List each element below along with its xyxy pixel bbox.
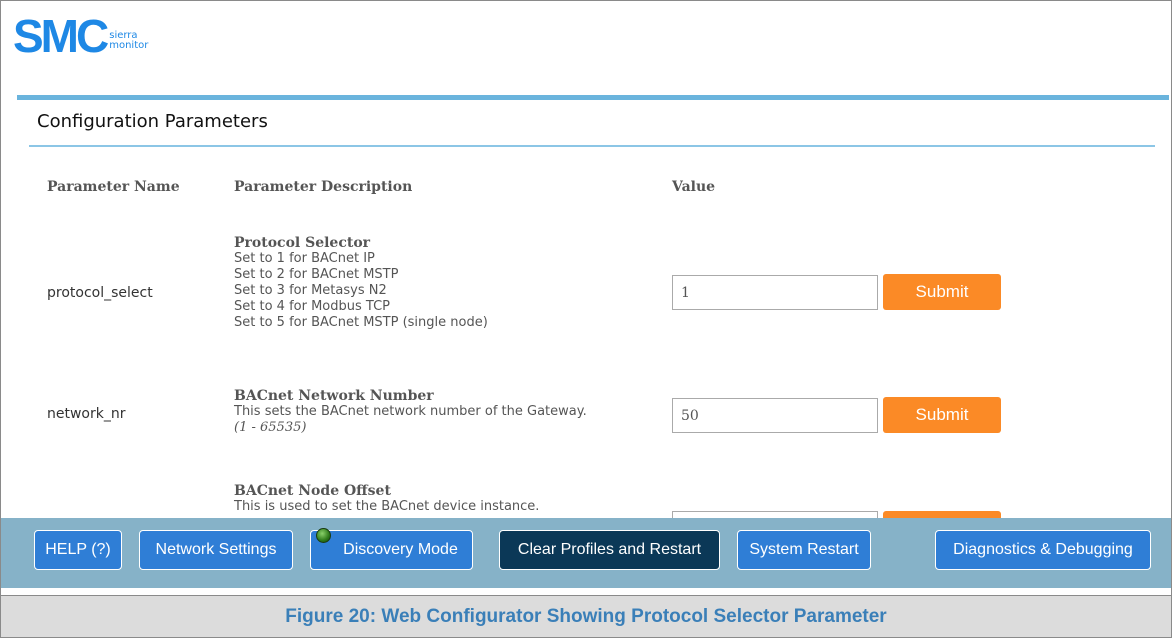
help-button[interactable]: HELP (?) (34, 530, 122, 570)
discovery-mode-button[interactable]: Discovery Mode (310, 528, 473, 570)
title-divider (29, 145, 1155, 147)
value-input-protocol-select[interactable] (672, 275, 878, 310)
clear-profiles-restart-button[interactable]: Clear Profiles and Restart (499, 530, 720, 570)
param-title: BACnet Network Number (234, 388, 434, 404)
value-input-network-nr[interactable] (672, 398, 878, 433)
param-desc-line: Set to 2 for BACnet MSTP (234, 267, 399, 282)
figure-caption: Figure 20: Web Configurator Showing Prot… (0, 596, 1172, 638)
column-header-name: Parameter Name (47, 179, 180, 195)
logo-subtext: sierra monitor (109, 31, 148, 51)
param-description-node-offset: BACnet Node Offset This is used to set t… (234, 483, 654, 515)
param-desc-line: Set to 4 for Modbus TCP (234, 299, 390, 314)
discovery-mode-label: Discovery Mode (343, 541, 458, 558)
param-description-protocol-select: Protocol Selector Set to 1 for BACnet IP… (234, 235, 654, 331)
column-header-value: Value (672, 179, 716, 195)
footer-toolbar: HELP (?) Network Settings Discovery Mode… (1, 518, 1171, 588)
param-desc-line: This is used to set the BACnet device in… (234, 499, 540, 514)
param-desc-line: This sets the BACnet network number of t… (234, 404, 587, 419)
param-title: Protocol Selector (234, 235, 371, 251)
page-title: Configuration Parameters (37, 111, 268, 132)
param-title: BACnet Node Offset (234, 483, 391, 499)
param-desc-line: Set to 1 for BACnet IP (234, 251, 375, 266)
param-desc-line: Set to 3 for Metasys N2 (234, 283, 387, 298)
param-name-network-nr: network_nr (47, 406, 126, 422)
smc-logo: SMC sierra monitor (13, 10, 148, 62)
system-restart-button[interactable]: System Restart (737, 530, 871, 570)
submit-button-network-nr[interactable]: Submit (883, 397, 1001, 433)
logo-mark: SMC (13, 10, 109, 62)
submit-button-protocol-select[interactable]: Submit (883, 274, 1001, 310)
param-description-network-nr: BACnet Network Number This sets the BACn… (234, 388, 654, 436)
param-name-protocol-select: protocol_select (47, 285, 153, 301)
header-divider (17, 95, 1169, 100)
column-header-description: Parameter Description (234, 179, 413, 195)
diagnostics-debugging-button[interactable]: Diagnostics & Debugging (935, 530, 1151, 570)
web-configurator-window: SMC sierra monitor Configuration Paramet… (0, 0, 1172, 596)
discovery-status-led-icon (316, 528, 331, 543)
param-range: (1 - 65535) (234, 420, 307, 435)
network-settings-button[interactable]: Network Settings (139, 530, 293, 570)
param-desc-line: Set to 5 for BACnet MSTP (single node) (234, 315, 488, 330)
logo-sub-line2: monitor (109, 40, 149, 51)
